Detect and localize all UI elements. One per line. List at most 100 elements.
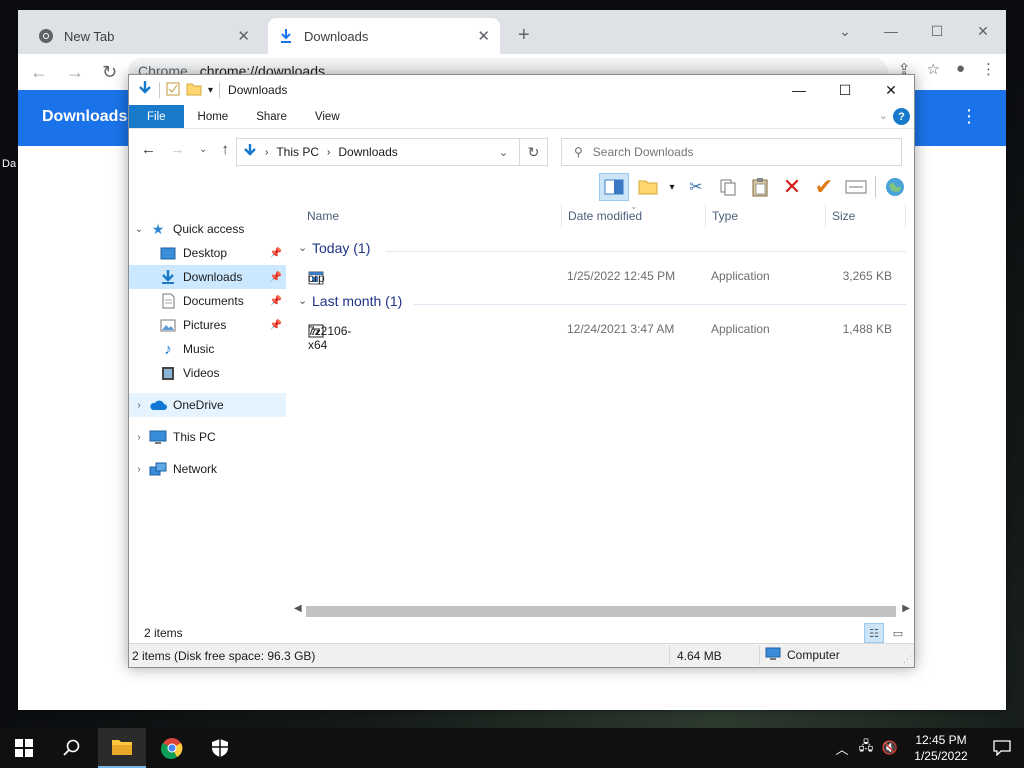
chevron-right-icon[interactable]: › <box>129 464 149 475</box>
pin-icon[interactable]: 📌 <box>270 248 282 259</box>
taskbar-chrome[interactable] <box>148 728 196 768</box>
pin-icon[interactable]: 📌 <box>270 296 282 307</box>
large-icons-view-icon[interactable]: ▭ <box>888 623 908 643</box>
nav-this-pc[interactable]: › This PC <box>129 425 286 449</box>
close-tab-icon[interactable]: ✕ <box>237 27 250 45</box>
new-folder-icon[interactable] <box>635 173 661 201</box>
new-folder-icon[interactable] <box>186 82 202 99</box>
preview-pane-icon[interactable] <box>599 173 629 201</box>
forward-icon[interactable]: → <box>66 62 84 83</box>
up-icon[interactable]: ↑ <box>221 141 229 158</box>
notification-icon[interactable] <box>980 740 1024 756</box>
search-input[interactable] <box>592 145 873 159</box>
properties-icon[interactable] <box>166 82 180 99</box>
status-size: 4.64 MB <box>677 649 722 663</box>
start-button[interactable] <box>0 728 48 768</box>
minimize-icon[interactable]: — <box>868 16 914 46</box>
column-size[interactable]: Size <box>832 209 855 223</box>
paste-icon[interactable] <box>747 173 773 201</box>
chevron-down-icon[interactable]: ⌄ <box>298 294 307 307</box>
more-menu-icon[interactable]: ⋮ <box>960 106 978 127</box>
chevron-down-icon[interactable]: ⌄ <box>298 241 307 254</box>
close-icon[interactable]: ✕ <box>868 75 914 105</box>
nav-downloads[interactable]: Downloads 📌 <box>129 265 286 289</box>
volume-muted-icon[interactable]: 🔇 <box>878 740 902 756</box>
taskbar-file-explorer[interactable] <box>98 728 146 768</box>
refresh-icon[interactable]: ↻ <box>520 138 548 166</box>
pin-icon[interactable]: 📌 <box>270 272 282 283</box>
taskbar-security[interactable] <box>196 728 244 768</box>
chevron-right-icon[interactable]: › <box>129 400 149 411</box>
nav-videos[interactable]: Videos <box>129 361 286 385</box>
details-view-icon[interactable]: ☷ <box>864 623 884 643</box>
profile-icon[interactable]: ● <box>956 60 965 78</box>
delete-icon[interactable]: ✕ <box>779 173 805 201</box>
group-header-today[interactable]: ⌄ Today (1) <box>296 240 906 262</box>
star-icon[interactable]: ☆ <box>926 60 939 78</box>
new-tab-icon[interactable]: + <box>518 24 530 47</box>
chevron-up-icon[interactable]: ︿ <box>830 739 854 758</box>
minimize-icon[interactable]: — <box>776 75 822 105</box>
column-name[interactable]: Name <box>307 209 339 223</box>
column-headers: Name Date modified ⌄ Type Size <box>296 201 906 229</box>
dropdown-icon[interactable]: ▾ <box>667 173 677 201</box>
reload-icon[interactable]: ↻ <box>102 62 117 83</box>
maximize-icon[interactable]: ☐ <box>914 16 960 46</box>
search-button[interactable] <box>48 728 96 768</box>
nav-documents[interactable]: Documents 📌 <box>129 289 286 313</box>
scrollbar-thumb[interactable] <box>306 606 896 617</box>
tab-home[interactable]: Home <box>184 105 243 128</box>
file-row[interactable]: 7z 7z2106-x64 12/24/2021 3:47 AM Applica… <box>296 318 906 352</box>
more-menu-icon[interactable]: ⋮ <box>981 60 996 78</box>
globe-icon[interactable] <box>882 173 908 201</box>
network-icon <box>149 461 167 477</box>
resize-grip-icon[interactable]: ⋰ <box>903 654 912 665</box>
forward-icon[interactable]: → <box>170 141 185 158</box>
nav-music[interactable]: ♪ Music <box>129 337 286 361</box>
file-list: Name Date modified ⌄ Type Size ⌄ Today (… <box>296 201 914 605</box>
group-header-last-month[interactable]: ⌄ Last month (1) <box>296 293 906 315</box>
search-box[interactable]: ⚲ <box>561 138 902 166</box>
pin-icon[interactable]: 📌 <box>270 320 282 331</box>
breadcrumb-downloads[interactable]: Downloads <box>338 145 397 159</box>
clock[interactable]: 12:45 PM 1/25/2022 <box>902 732 980 764</box>
breadcrumb-this-pc[interactable]: This PC <box>276 145 319 159</box>
tab-new-tab[interactable]: New Tab ✕ <box>28 18 260 54</box>
rename-checkmark-icon[interactable]: ✔ <box>811 173 837 201</box>
maximize-icon[interactable]: ☐ <box>822 75 868 105</box>
chevron-right-icon[interactable]: › <box>129 432 149 443</box>
expand-ribbon-icon[interactable]: ⌄ <box>879 109 888 122</box>
network-status-icon[interactable]: 🖧 <box>854 737 878 759</box>
nav-onedrive[interactable]: › OneDrive <box>129 393 286 417</box>
column-type[interactable]: Type <box>712 209 738 223</box>
tab-file[interactable]: File <box>129 105 184 128</box>
file-row[interactable]: crp 1/25/2022 12:45 PM Application 3,265… <box>296 265 906 287</box>
horizontal-scrollbar[interactable]: ◀ ▶ <box>292 603 912 620</box>
properties-icon[interactable] <box>843 173 869 201</box>
recent-locations-icon[interactable]: ⌄ <box>199 144 207 155</box>
tab-share[interactable]: Share <box>242 105 301 128</box>
nav-quick-access[interactable]: ⌄ ★ Quick access <box>129 217 286 241</box>
nav-desktop[interactable]: Desktop 📌 <box>129 241 286 265</box>
close-tab-icon[interactable]: ✕ <box>477 27 490 45</box>
address-dropdown-icon[interactable]: ⌄ <box>499 146 519 159</box>
tab-view[interactable]: View <box>301 105 354 128</box>
close-icon[interactable]: ✕ <box>960 16 1006 46</box>
address-bar[interactable]: › This PC › Downloads ⌄ <box>236 138 520 166</box>
back-icon[interactable]: ← <box>141 141 156 158</box>
scroll-right-icon[interactable]: ▶ <box>902 603 910 614</box>
chevron-down-icon[interactable]: ⌄ <box>822 16 868 46</box>
nav-network[interactable]: › Network <box>129 457 286 481</box>
customize-quick-access-icon[interactable]: ▾ <box>208 85 213 96</box>
desktop-edge-label: Da <box>2 158 17 170</box>
help-icon[interactable]: ? <box>893 108 910 125</box>
nav-label: Documents <box>183 294 244 308</box>
scroll-left-icon[interactable]: ◀ <box>294 603 302 614</box>
copy-icon[interactable] <box>715 173 741 201</box>
cut-icon[interactable]: ✂ <box>683 173 709 201</box>
back-icon[interactable]: ← <box>30 62 48 83</box>
tab-downloads[interactable]: Downloads ✕ <box>268 18 500 54</box>
nav-pictures[interactable]: Pictures 📌 <box>129 313 286 337</box>
chevron-down-icon[interactable]: ⌄ <box>129 224 149 235</box>
tab-label: Downloads <box>304 28 369 44</box>
